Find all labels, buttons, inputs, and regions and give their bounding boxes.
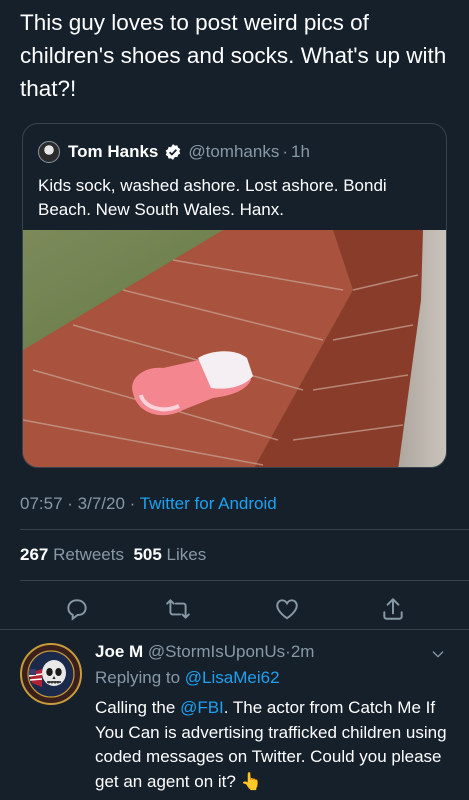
reply-icon[interactable] — [64, 596, 90, 622]
tweet-date: 3/7/20 — [77, 494, 125, 513]
tweet-metadata: 07:57 · 3/7/20 · Twitter for Android — [20, 494, 277, 514]
replying-to-line: Replying to @LisaMei62 — [95, 668, 280, 688]
retweets-count: 267 — [20, 545, 49, 564]
separator-dot: · — [124, 494, 140, 513]
replying-to-mention[interactable]: @LisaMei62 — [185, 668, 280, 687]
retweets-stat[interactable]: 267 Retweets — [20, 545, 124, 564]
fbi-mention-link[interactable]: @FBI — [180, 698, 224, 717]
reply-text: Calling the @FBI. The actor from Catch M… — [95, 696, 455, 794]
reply-author-handle: @StormIsUponUs — [147, 642, 286, 661]
tweet-action-bar — [0, 588, 469, 628]
reply-author-avatar[interactable] — [20, 643, 82, 705]
likes-count: 505 — [133, 545, 162, 564]
reply-text-start: Calling the — [95, 698, 181, 717]
retweet-icon[interactable] — [165, 596, 191, 622]
reply-time: 2m — [290, 642, 315, 661]
quoted-tweet-time: 1h — [291, 142, 310, 161]
reply-header: Joe M @StormIsUponUs·2m — [95, 642, 314, 662]
sock-photo[interactable] — [23, 230, 447, 468]
separator-dot: · — [282, 142, 289, 161]
quoted-author-name[interactable]: Tom Hanks — [68, 142, 158, 162]
divider — [20, 529, 469, 530]
verified-badge-icon — [164, 143, 182, 161]
tweet-time: 07:57 — [20, 494, 63, 513]
quoted-tweet-text: Kids sock, washed ashore. Lost ashore. B… — [38, 176, 387, 219]
quoted-tweet-card[interactable]: Tom Hanks @tomhanks · 1h Kids sock, wash… — [22, 123, 447, 468]
divider — [20, 580, 469, 581]
divider — [0, 629, 469, 630]
chevron-down-icon[interactable] — [430, 646, 446, 667]
quoted-author-avatar[interactable] — [38, 141, 60, 163]
like-icon[interactable] — [274, 596, 300, 622]
separator-dot: · — [62, 494, 78, 513]
quoted-tweet-header: Tom Hanks @tomhanks · 1h — [38, 139, 310, 165]
likes-label: Likes — [166, 545, 207, 564]
reply-author-name[interactable]: Joe M — [95, 642, 143, 661]
tweet-text: This guy loves to post weird pics of chi… — [20, 10, 447, 101]
likes-stat[interactable]: 505 Likes — [133, 545, 206, 564]
replying-to-label: Replying to — [95, 668, 181, 687]
quoted-author-handle: @tomhanks — [188, 142, 280, 161]
tweet-source-link[interactable]: Twitter for Android — [140, 494, 277, 513]
tweet-stats: 267 Retweets 505 Likes — [20, 545, 206, 565]
retweets-label: Retweets — [53, 545, 124, 564]
share-icon[interactable] — [380, 596, 406, 622]
